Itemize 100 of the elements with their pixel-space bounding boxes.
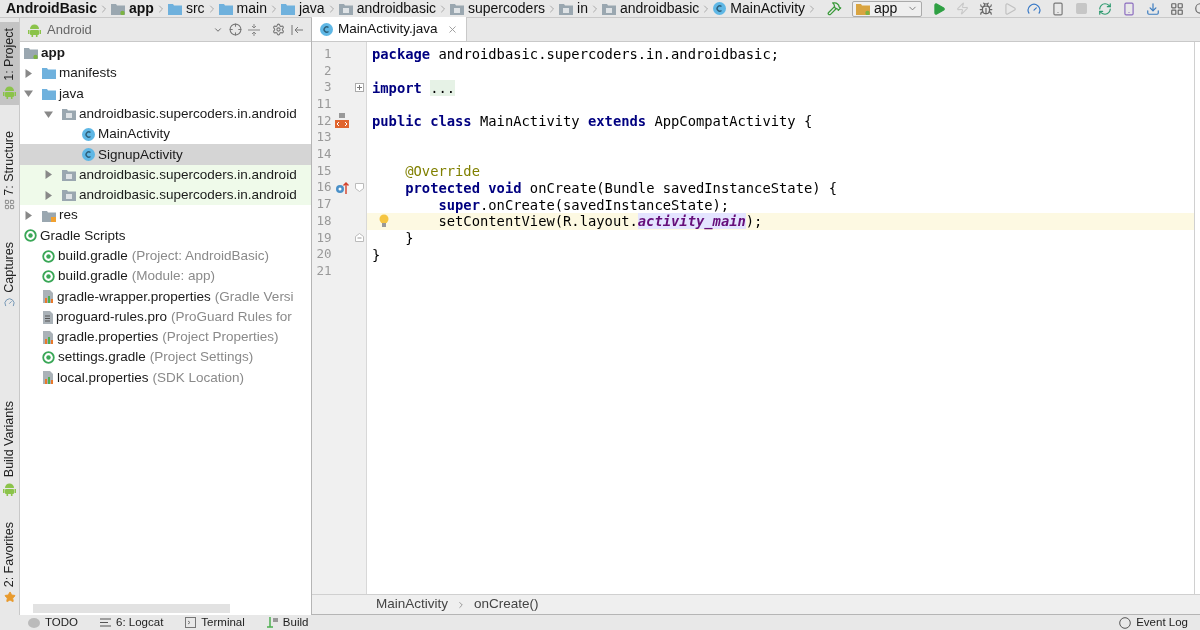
line-number: 21 xyxy=(315,261,332,280)
breadcrumb-item[interactable]: androidbasic xyxy=(601,0,700,19)
crosshair-icon[interactable] xyxy=(229,23,242,36)
tree-item[interactable]: gradle.properties (Project Properties) xyxy=(20,327,311,348)
code-line: @Override xyxy=(404,163,480,180)
gradle-icon xyxy=(42,351,55,365)
line-number: 11 xyxy=(315,95,332,114)
grid-icon[interactable] xyxy=(1170,1,1185,16)
tool-window-button[interactable]: Build xyxy=(266,616,309,629)
class-icon xyxy=(713,2,727,15)
tree-item[interactable]: settings.gradle (Project Settings) xyxy=(20,347,311,368)
module-folder-icon xyxy=(856,2,871,15)
breadcrumb-item[interactable]: src xyxy=(167,0,205,19)
collapse-arrow-icon[interactable] xyxy=(44,109,53,119)
breadcrumb-item[interactable]: MainActivity xyxy=(713,0,806,19)
breadcrumb-item[interactable]: onCreate() xyxy=(474,594,539,615)
line-number: 17 xyxy=(315,195,332,214)
fold-icon[interactable] xyxy=(355,233,365,243)
view-dropdown[interactable]: Android xyxy=(47,19,207,40)
android-icon xyxy=(3,481,16,496)
tree-item[interactable]: androidbasic.supercoders.in.android xyxy=(20,164,311,186)
gauge-icon[interactable] xyxy=(1027,1,1042,16)
run-icon[interactable] xyxy=(932,1,947,16)
package-folder-icon xyxy=(62,108,76,121)
device-icon[interactable] xyxy=(1122,1,1137,16)
folder-icon xyxy=(42,67,56,80)
tree-item[interactable]: local.properties (SDK Location) xyxy=(20,367,311,389)
settings-icon[interactable] xyxy=(272,23,285,36)
tree-item[interactable]: manifests xyxy=(20,63,311,84)
gradle-icon xyxy=(24,229,37,243)
tool-window-button[interactable]: 6: Logcat xyxy=(100,616,164,629)
tree-item[interactable]: SignupActivity xyxy=(20,144,311,165)
download-icon[interactable] xyxy=(1146,1,1161,16)
expand-arrow-icon[interactable] xyxy=(24,68,33,78)
tree-item[interactable]: res xyxy=(20,205,311,226)
module-folder-icon xyxy=(111,2,125,15)
terminal-icon xyxy=(185,617,197,628)
code-line: protected void onCreate(Bundle savedInstanceState) { xyxy=(404,179,838,196)
hide-panel-icon[interactable] xyxy=(291,23,303,36)
tree-item[interactable]: build.gradle (Project: AndroidBasic) xyxy=(20,245,311,267)
package-folder-icon xyxy=(62,189,76,202)
breadcrumb-item[interactable]: androidbasic xyxy=(338,0,436,19)
tool-window-tab[interactable]: 7: Structure xyxy=(0,124,19,217)
layout-file-icon[interactable] xyxy=(334,113,351,130)
breadcrumb-item[interactable]: MainActivity xyxy=(376,594,448,615)
hammer-icon[interactable] xyxy=(827,1,843,16)
separator-icon xyxy=(456,599,466,610)
breadcrumb-item[interactable]: app xyxy=(111,0,154,19)
run-configuration-dropdown[interactable]: app xyxy=(852,0,923,17)
tree-item[interactable]: build.gradle (Module: app) xyxy=(20,266,311,287)
sync-icon[interactable] xyxy=(1098,1,1113,16)
editor-tab[interactable]: MainActivity.java xyxy=(312,17,467,41)
class-icon xyxy=(82,148,95,162)
star-icon xyxy=(3,591,16,603)
horizontal-scrollbar[interactable] xyxy=(33,603,230,613)
breadcrumb-item[interactable]: java xyxy=(280,0,325,19)
code-line: } xyxy=(372,246,381,263)
close-icon[interactable] xyxy=(446,23,458,35)
breadcrumb-item[interactable]: supercoders xyxy=(450,0,546,19)
balloon-icon xyxy=(1119,616,1132,629)
expand-arrow-icon[interactable] xyxy=(24,211,33,220)
line-number: 12 xyxy=(315,111,332,130)
folder-icon xyxy=(42,87,56,100)
lightbulb-icon[interactable] xyxy=(379,214,389,229)
breadcrumb-item[interactable]: in xyxy=(559,0,588,19)
line-number: 14 xyxy=(315,145,332,164)
line-number: 1 xyxy=(323,44,332,63)
collapse-arrow-icon[interactable] xyxy=(24,89,33,99)
override-method-icon[interactable] xyxy=(335,180,350,195)
tool-window-tab[interactable]: 2: Favorites xyxy=(0,515,19,609)
line-number: 2 xyxy=(323,61,332,80)
tool-window-button[interactable]: Terminal xyxy=(185,616,245,629)
code-line: package androidbasic.supercoders.in.androidbasic; xyxy=(372,46,780,63)
collapse-all-icon[interactable] xyxy=(248,23,260,36)
tree-item[interactable]: proguard-rules.pro (ProGuard Rules for xyxy=(20,306,311,328)
fold-icon[interactable] xyxy=(355,183,365,193)
tree-item[interactable]: MainActivity xyxy=(20,124,311,145)
breadcrumb-item[interactable]: main xyxy=(218,0,267,19)
tree-item[interactable]: app xyxy=(20,43,311,64)
line-number: 13 xyxy=(315,128,332,147)
tree-item[interactable]: Gradle Scripts xyxy=(20,225,311,246)
tool-window-tab[interactable]: Build Variants xyxy=(0,395,19,502)
code-line: setContentView(R.layout.activity_main); xyxy=(437,213,763,230)
tree-item[interactable]: androidbasic.supercoders.in.android xyxy=(20,185,311,206)
line-number: 19 xyxy=(315,228,332,247)
gradle-icon xyxy=(42,249,55,263)
breadcrumb-item[interactable]: AndroidBasic xyxy=(6,0,97,19)
properties-file-icon xyxy=(42,330,54,344)
code-line: } xyxy=(404,229,414,246)
expand-fold-icon[interactable] xyxy=(355,83,365,93)
tool-window-button[interactable]: TODO xyxy=(28,616,78,629)
tree-item[interactable]: gradle-wrapper.properties (Gradle Versi xyxy=(20,286,311,307)
tree-item[interactable]: androidbasic.supercoders.in.android xyxy=(20,103,311,125)
tool-window-button[interactable]: Event Log xyxy=(1119,616,1188,629)
tree-item[interactable]: java xyxy=(20,83,311,104)
line-number: 20 xyxy=(315,245,332,264)
tool-window-tab[interactable]: Captures xyxy=(0,236,19,315)
tool-window-tab[interactable]: 1: Project xyxy=(0,22,19,105)
bug-icon[interactable] xyxy=(979,1,994,16)
phone-icon[interactable] xyxy=(1051,1,1066,16)
